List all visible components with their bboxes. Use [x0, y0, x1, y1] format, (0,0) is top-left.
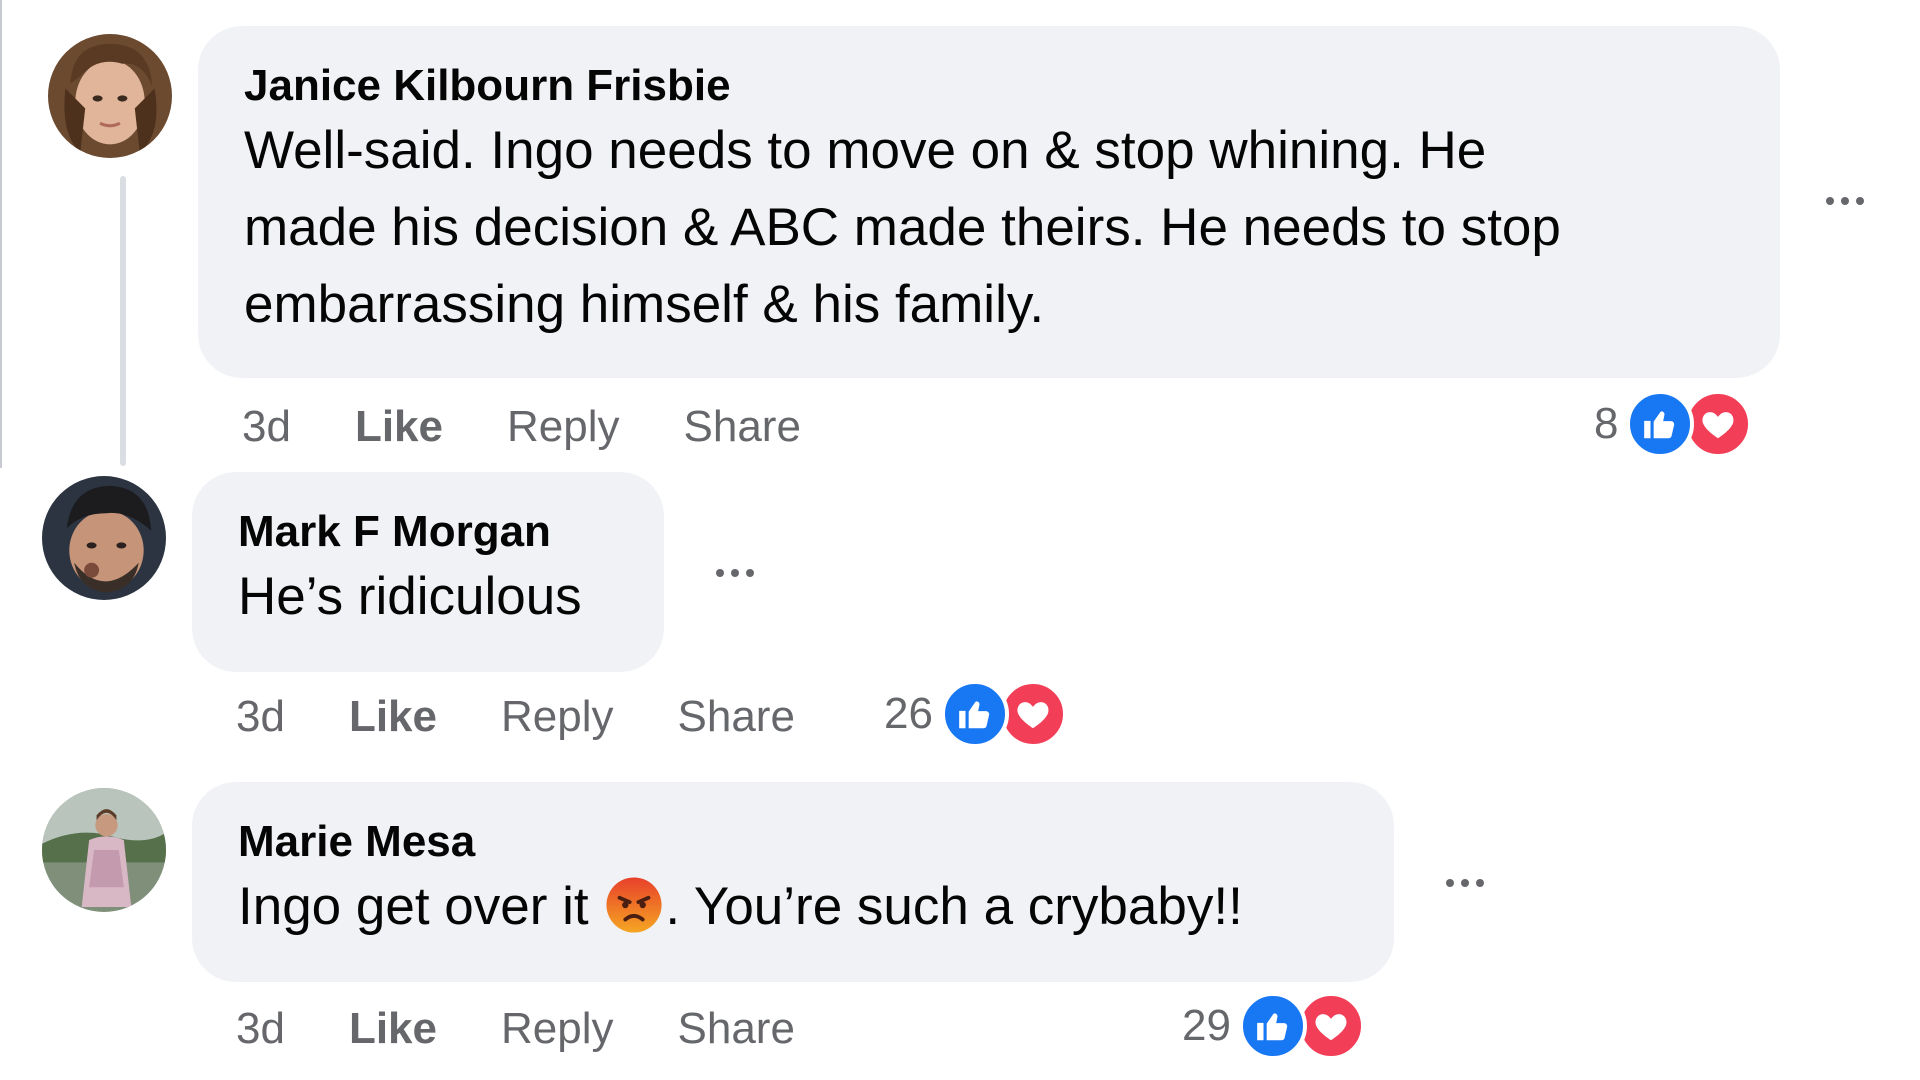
dot-icon	[1446, 879, 1454, 887]
dot-icon	[746, 569, 754, 577]
comment-text-line: embarrassing himself & his family.	[244, 275, 1045, 334]
thread-connector-line	[120, 176, 126, 466]
like-button[interactable]: Like	[349, 1004, 437, 1054]
dot-icon	[731, 569, 739, 577]
comment-text: He’s ridiculous	[238, 558, 618, 635]
reply-button[interactable]: Reply	[501, 1004, 614, 1054]
reaction-summary[interactable]: 8	[1594, 390, 1753, 458]
comment-bubble: Janice Kilbourn Frisbie Well-said. Ingo …	[198, 26, 1780, 378]
comment-author[interactable]: Marie Mesa	[238, 816, 1348, 868]
like-icon	[1626, 390, 1695, 458]
like-icon	[940, 680, 1009, 748]
comment-bubble: Mark F Morgan He’s ridiculous	[192, 472, 664, 672]
comment-actions: 3d Like Reply Share	[242, 402, 801, 452]
comment-text: Well-said. Ingo needs to move on & stop …	[244, 112, 1734, 343]
share-button[interactable]: Share	[678, 1004, 795, 1054]
dot-icon	[1461, 879, 1469, 887]
reaction-count: 8	[1594, 399, 1619, 448]
avatar[interactable]	[48, 34, 172, 158]
like-button[interactable]: Like	[349, 692, 437, 742]
comment-actions: 3d Like Reply Share	[236, 1004, 795, 1054]
dot-icon	[1856, 197, 1864, 205]
comment-text-line: Well-said. Ingo needs to move on & stop …	[244, 121, 1487, 180]
comment-text: Ingo get over it . You’re such a crybaby…	[238, 868, 1348, 945]
comment-thread: Janice Kilbourn Frisbie Well-said. Ingo …	[0, 0, 1920, 1080]
reaction-summary[interactable]: 29	[1182, 992, 1365, 1060]
comment-text-line: made his decision & ABC made theirs. He …	[244, 198, 1561, 257]
like-icon	[1238, 992, 1307, 1060]
reaction-count: 29	[1182, 1001, 1231, 1050]
share-button[interactable]: Share	[684, 402, 801, 452]
comment-text-part: . You’re such a crybaby!!	[665, 877, 1243, 936]
comment-text-part: Ingo get over it	[238, 877, 604, 936]
reply-button[interactable]: Reply	[501, 692, 614, 742]
more-options-button[interactable]	[1446, 879, 1484, 887]
timestamp[interactable]: 3d	[236, 692, 285, 742]
more-options-button[interactable]	[1826, 197, 1864, 205]
comment-author[interactable]: Janice Kilbourn Frisbie	[244, 60, 1734, 112]
more-options-button[interactable]	[716, 569, 754, 577]
love-icon	[1684, 390, 1753, 458]
comment-author[interactable]: Mark F Morgan	[238, 506, 618, 558]
love-icon	[1296, 992, 1365, 1060]
left-divider	[0, 0, 2, 468]
avatar[interactable]	[42, 788, 166, 912]
timestamp[interactable]: 3d	[236, 1004, 285, 1054]
reaction-count: 26	[884, 689, 933, 738]
love-icon	[998, 680, 1067, 748]
dot-icon	[716, 569, 724, 577]
comment-bubble: Marie Mesa Ingo get over it . You’re suc…	[192, 782, 1394, 982]
dot-icon	[1476, 879, 1484, 887]
reaction-summary[interactable]: 26	[884, 680, 1067, 748]
like-button[interactable]: Like	[355, 402, 443, 452]
angry-face-emoji	[605, 876, 663, 934]
comment-actions: 3d Like Reply Share	[236, 692, 795, 742]
dot-icon	[1826, 197, 1834, 205]
comment-text-line: He’s ridiculous	[238, 567, 582, 626]
avatar[interactable]	[42, 476, 166, 600]
reply-button[interactable]: Reply	[507, 402, 620, 452]
dot-icon	[1841, 197, 1849, 205]
timestamp[interactable]: 3d	[242, 402, 291, 452]
share-button[interactable]: Share	[678, 692, 795, 742]
